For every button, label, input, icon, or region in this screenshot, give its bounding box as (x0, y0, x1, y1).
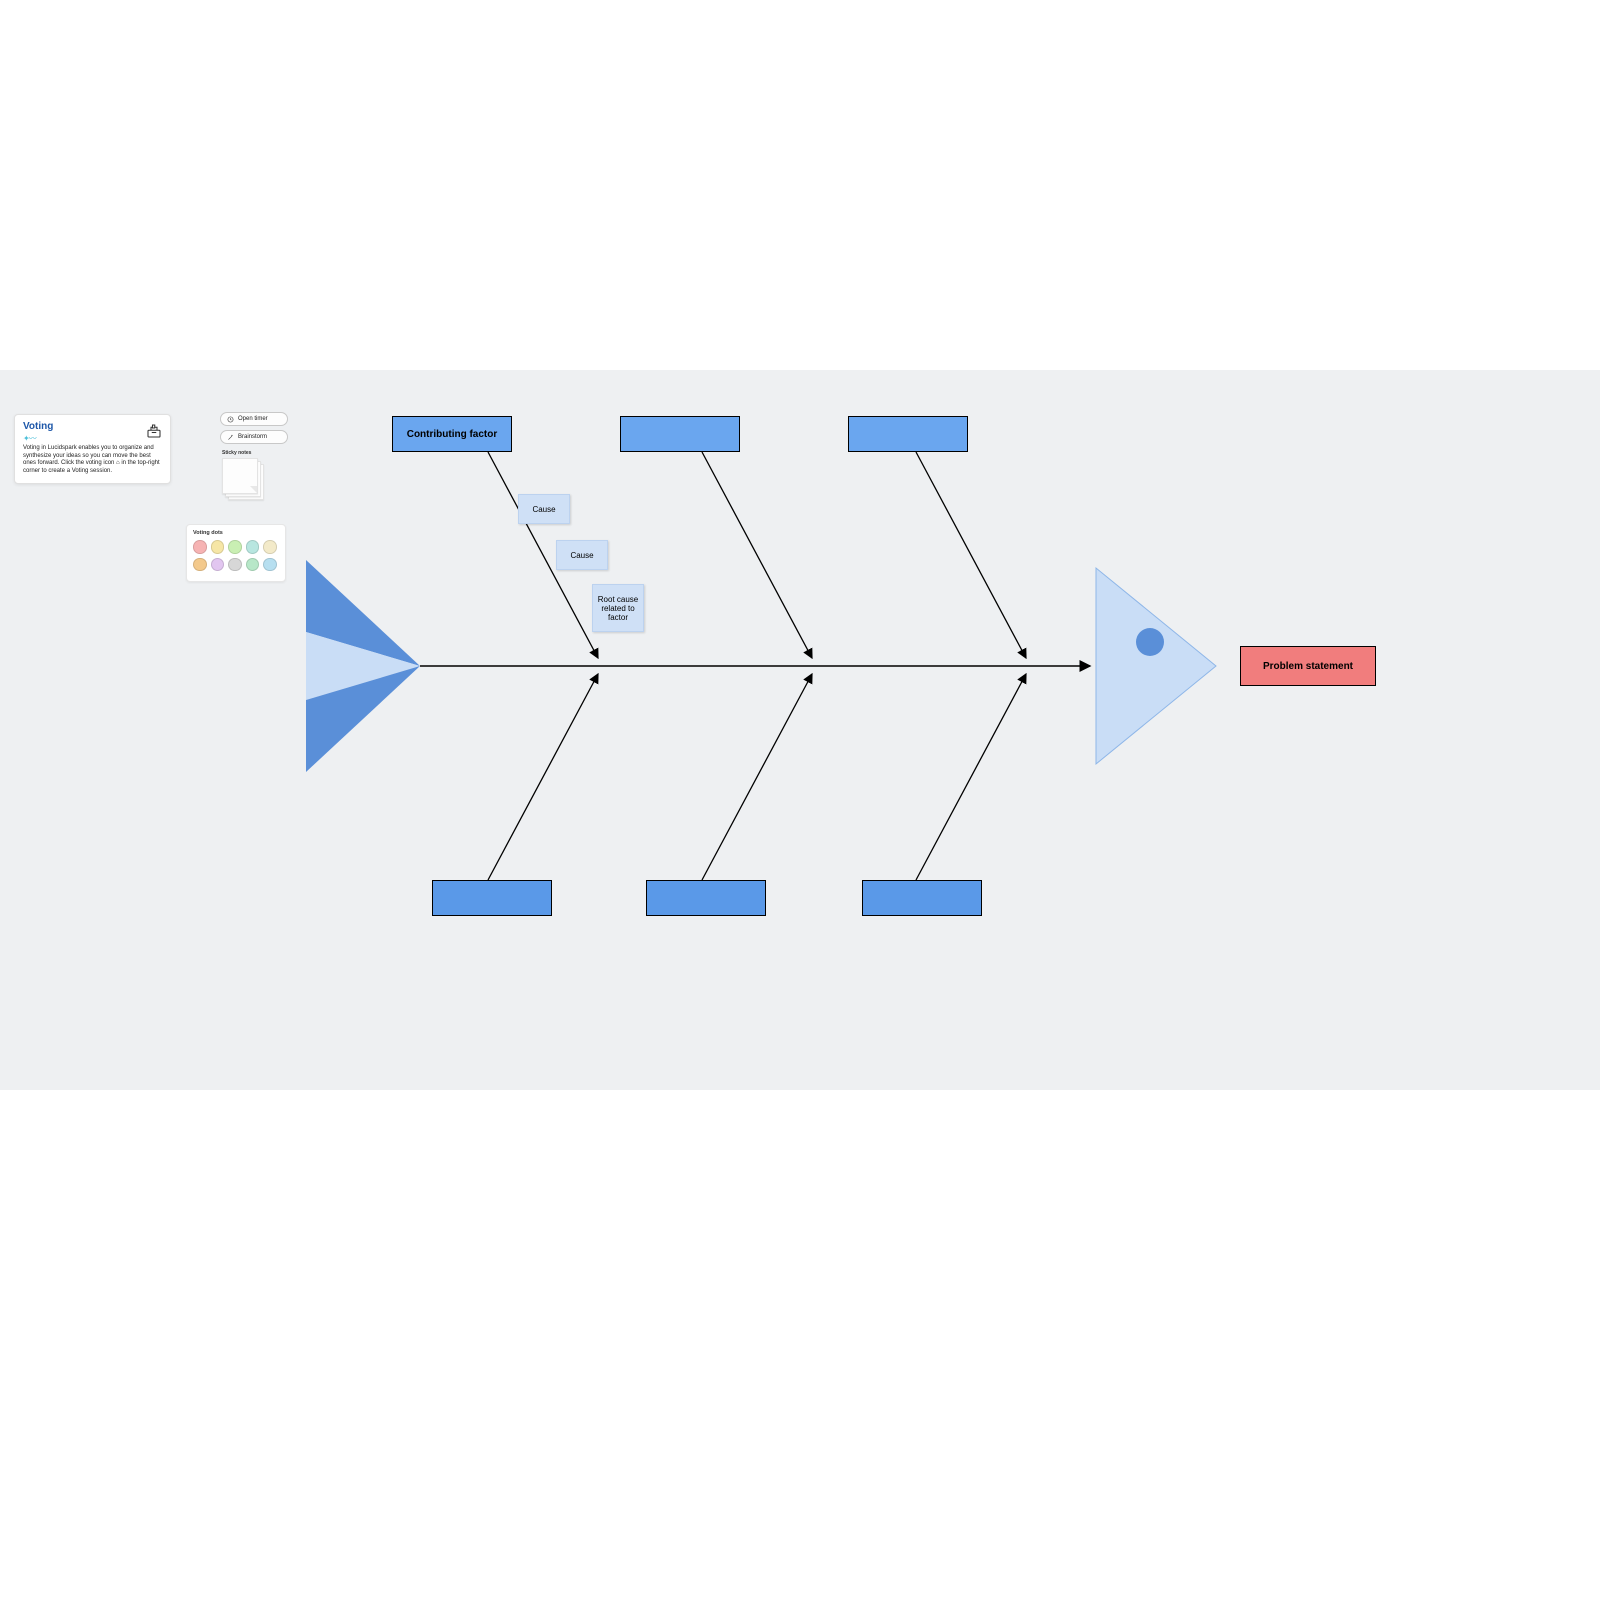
bone-top-3 (916, 452, 1026, 658)
sticky-label: Cause (570, 551, 593, 560)
fish-eye (1136, 628, 1164, 656)
problem-statement-label: Problem statement (1263, 661, 1353, 672)
factor-box-top-2[interactable] (620, 416, 740, 452)
cause-sticky-1[interactable]: Cause (518, 494, 570, 524)
cause-sticky-2[interactable]: Cause (556, 540, 608, 570)
factor-box-bottom-2[interactable] (646, 880, 766, 916)
bone-bottom-1 (488, 674, 598, 880)
bone-top-2 (702, 452, 812, 658)
sticky-label: Cause (532, 505, 555, 514)
root-cause-sticky[interactable]: Root cause related to factor (592, 584, 644, 632)
bone-bottom-2 (702, 674, 812, 880)
factor-box-label: Contributing factor (407, 429, 498, 440)
fishbone-diagram[interactable]: Contributing factor Cause Cause Root cau… (0, 370, 1600, 1090)
fish-head (1096, 568, 1216, 764)
factor-box-top-1[interactable]: Contributing factor (392, 416, 512, 452)
factor-box-bottom-3[interactable] (862, 880, 982, 916)
factor-box-top-3[interactable] (848, 416, 968, 452)
problem-statement-box[interactable]: Problem statement (1240, 646, 1376, 686)
factor-box-bottom-1[interactable] (432, 880, 552, 916)
page-root: Voting ✦〰 Voting in Lucidspark enables y… (0, 0, 1600, 1600)
bone-bottom-3 (916, 674, 1026, 880)
sticky-label: Root cause related to factor (595, 595, 641, 622)
fishbone-svg (0, 370, 1600, 1090)
